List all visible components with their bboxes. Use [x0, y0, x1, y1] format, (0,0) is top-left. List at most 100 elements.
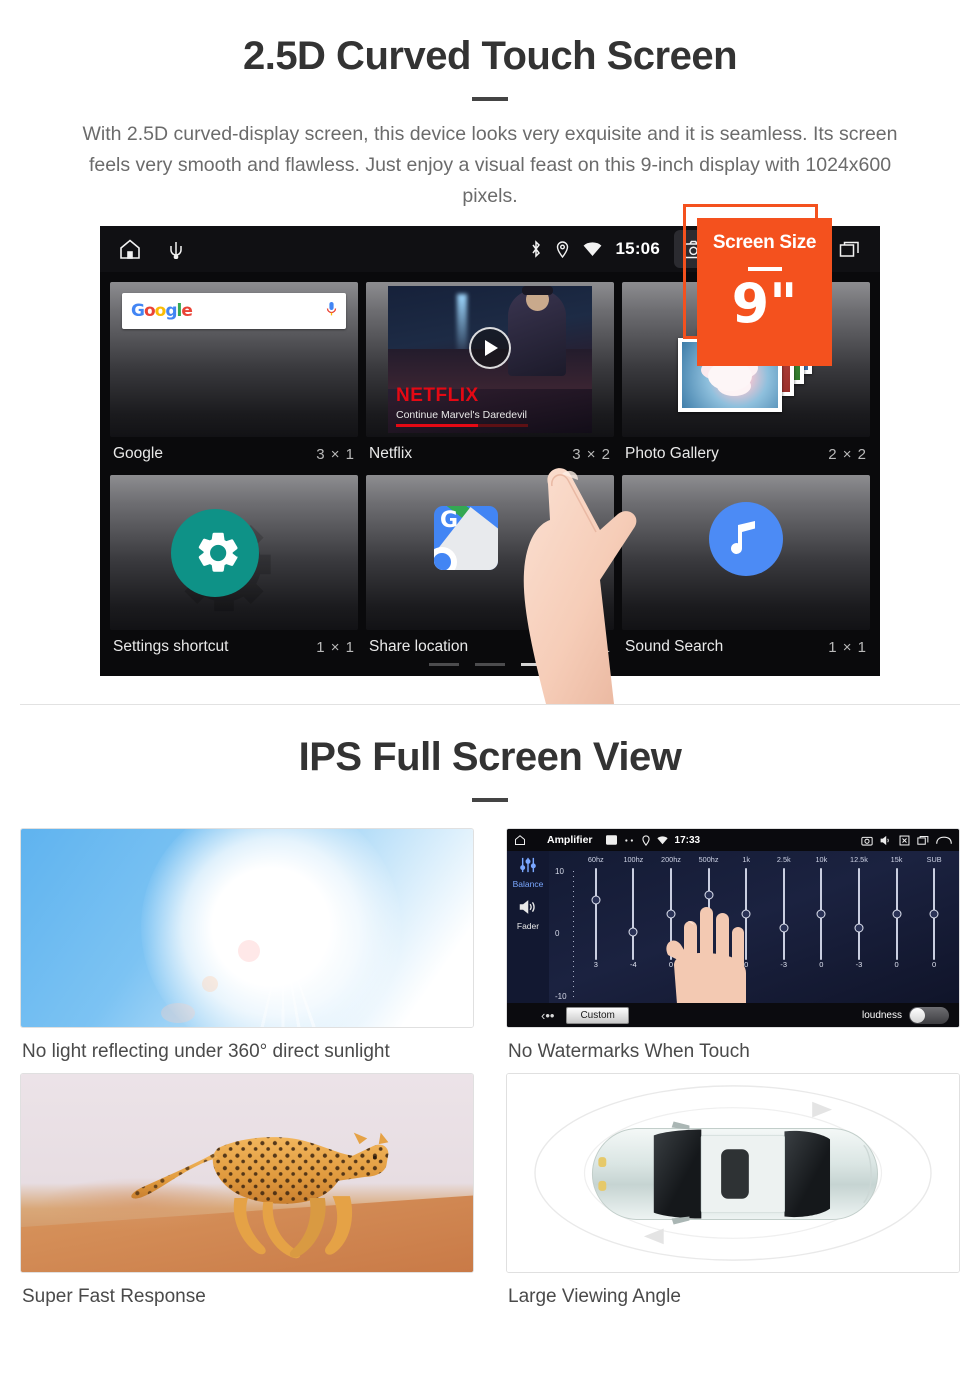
badge-divider — [747, 267, 782, 271]
widget-size: 1 × 1 — [316, 638, 355, 656]
gallery-icon[interactable] — [605, 835, 617, 845]
eq-knob[interactable] — [854, 923, 864, 933]
eq-value: 3 — [593, 960, 598, 969]
eq-value: 0 — [819, 960, 824, 969]
camera-icon[interactable] — [861, 835, 873, 846]
back-arrow-icon[interactable] — [936, 835, 952, 846]
eq-slider-15k[interactable] — [878, 868, 916, 960]
running-cheetah-image — [20, 1073, 474, 1273]
amplifier-footer: ‹•• Custom loudness — [507, 1003, 959, 1027]
feature-card-sunlight: No light reflecting under 360° direct su… — [20, 828, 474, 1063]
amplifier-clock: 17:33 — [674, 834, 701, 846]
play-button-icon[interactable] — [469, 326, 511, 369]
widget-cell-share-location[interactable]: G Share location 1 × 1 — [362, 471, 618, 664]
home-icon[interactable] — [118, 237, 142, 261]
eq-band-label: 12.5k — [850, 855, 868, 864]
widget-preview-sound-search[interactable] — [622, 475, 870, 630]
eq-knob[interactable] — [929, 909, 939, 919]
widget-preview-share-location[interactable]: G — [366, 475, 614, 630]
google-search-widget[interactable]: Google — [122, 293, 346, 329]
volume-icon[interactable] — [880, 835, 892, 846]
loudness-toggle[interactable] — [909, 1006, 949, 1024]
eq-slider-100hz[interactable] — [615, 868, 653, 960]
location-pin-icon — [641, 834, 650, 846]
section-divider — [20, 704, 960, 705]
eq-knob[interactable] — [628, 927, 638, 937]
eq-slider-10k[interactable] — [803, 868, 841, 960]
feature-card-response: Super Fast Response — [20, 1073, 474, 1308]
widget-cell-netflix[interactable]: NETFLIX Continue Marvel's Daredevil Netf… — [362, 278, 618, 471]
feature-caption: Super Fast Response — [22, 1286, 206, 1307]
amplifier-screenshot: Amplifier 17:33 Balance Fader 60hz 100hz… — [506, 828, 960, 1028]
page-title: 2.5D Curved Touch Screen — [242, 34, 738, 78]
settings-gear-icon[interactable] — [171, 508, 259, 597]
eq-slider-60hz[interactable] — [577, 868, 615, 960]
loudness-label: loudness — [861, 1009, 902, 1021]
sidebar-item-balance[interactable]: Balance — [507, 857, 549, 889]
widget-preview-netflix[interactable]: NETFLIX Continue Marvel's Daredevil — [366, 282, 614, 437]
axis-tick-marks — [573, 871, 574, 997]
amplifier-status-bar: Amplifier 17:33 — [507, 829, 959, 851]
cheetah-silhouette — [131, 1132, 389, 1259]
feature-caption: Large Viewing Angle — [508, 1286, 681, 1307]
usb-icon[interactable] — [168, 239, 184, 259]
eq-knob[interactable] — [816, 909, 826, 919]
feature-card-viewing-angle: Large Viewing Angle — [506, 1073, 960, 1308]
widget-name: Settings shortcut — [113, 638, 229, 655]
eq-knob[interactable] — [779, 923, 789, 933]
more-dots-icon[interactable] — [624, 838, 635, 843]
page-indicator[interactable] — [100, 663, 880, 666]
widget-preview-settings-shortcut[interactable] — [110, 475, 358, 630]
eq-slider-sub[interactable] — [915, 868, 953, 960]
sidebar-item-fader[interactable]: Fader — [507, 899, 549, 931]
lens-flare-1 — [237, 939, 260, 962]
widget-size: 3 × 2 — [572, 445, 611, 463]
screen-size-badge: Screen Size 9" — [697, 218, 832, 366]
widget-cell-sound-search[interactable]: Sound Search 1 × 1 — [618, 471, 874, 664]
feature-card-watermarks: Amplifier 17:33 Balance Fader 60hz 100hz… — [506, 828, 960, 1063]
eq-slider-12-5k[interactable] — [840, 868, 878, 960]
amplifier-ui: Amplifier 17:33 Balance Fader 60hz 100hz… — [507, 829, 959, 1027]
lens-flare-2 — [201, 975, 218, 992]
eq-band-label: 15k — [890, 855, 903, 864]
widget-label-netflix: Netflix 3 × 2 — [366, 437, 614, 471]
close-box-icon[interactable] — [899, 835, 910, 846]
preset-button[interactable]: Custom — [566, 1006, 629, 1024]
car-top-view-image — [506, 1073, 960, 1273]
back-chevron-icon[interactable]: ‹•• — [541, 1008, 554, 1023]
widget-name: Share location — [369, 638, 469, 655]
section-two-title: IPS Full Screen View — [298, 735, 682, 779]
home-icon[interactable] — [514, 834, 526, 846]
widget-size: 2 × 2 — [828, 445, 867, 463]
eq-knob[interactable] — [892, 909, 902, 919]
eq-band-label: 100hz — [623, 855, 644, 864]
ips-full-screen-section: IPS Full Screen View No light reflecting… — [0, 705, 980, 1318]
widget-cell-google[interactable]: Google Google 3 × 1 — [106, 278, 362, 471]
sun-glow — [140, 829, 401, 1027]
recent-apps-icon[interactable] — [830, 230, 868, 268]
page-dot-3-active[interactable] — [521, 663, 551, 666]
section-two-underline — [472, 798, 508, 802]
eq-band-label: SUB — [926, 855, 942, 864]
amplifier-title: Amplifier — [547, 834, 593, 846]
music-note-icon[interactable] — [709, 501, 783, 576]
google-logo: Google — [131, 301, 193, 321]
device-showcase: 15:06 Google Google 3 × 1 NETFLIX Contin… — [100, 204, 880, 704]
microphone-icon[interactable] — [326, 301, 337, 322]
widget-name: Netflix — [369, 445, 413, 462]
page-dot-2[interactable] — [475, 663, 505, 666]
section-description: With 2.5D curved-display screen, this de… — [82, 123, 898, 207]
google-maps-icon[interactable]: G — [434, 505, 498, 570]
axis-label-mid: 0 — [555, 928, 560, 938]
speaker-icon — [519, 900, 535, 914]
title-underline — [472, 97, 508, 101]
page-dot-1[interactable] — [429, 663, 459, 666]
widget-cell-settings-shortcut[interactable]: Settings shortcut 1 × 1 — [106, 471, 362, 664]
recent-apps-icon[interactable] — [917, 835, 929, 846]
widget-preview-google[interactable]: Google — [110, 282, 358, 437]
sidebar-label-fader: Fader — [516, 921, 540, 931]
eq-band-label: 10k — [815, 855, 828, 864]
eq-knob[interactable] — [591, 895, 601, 905]
loudness-control[interactable]: loudness — [861, 1006, 949, 1024]
equalizer-panel: 60hz 100hz 200hz 500hz 1k 2.5k 10k 12.5k… — [549, 851, 959, 1027]
